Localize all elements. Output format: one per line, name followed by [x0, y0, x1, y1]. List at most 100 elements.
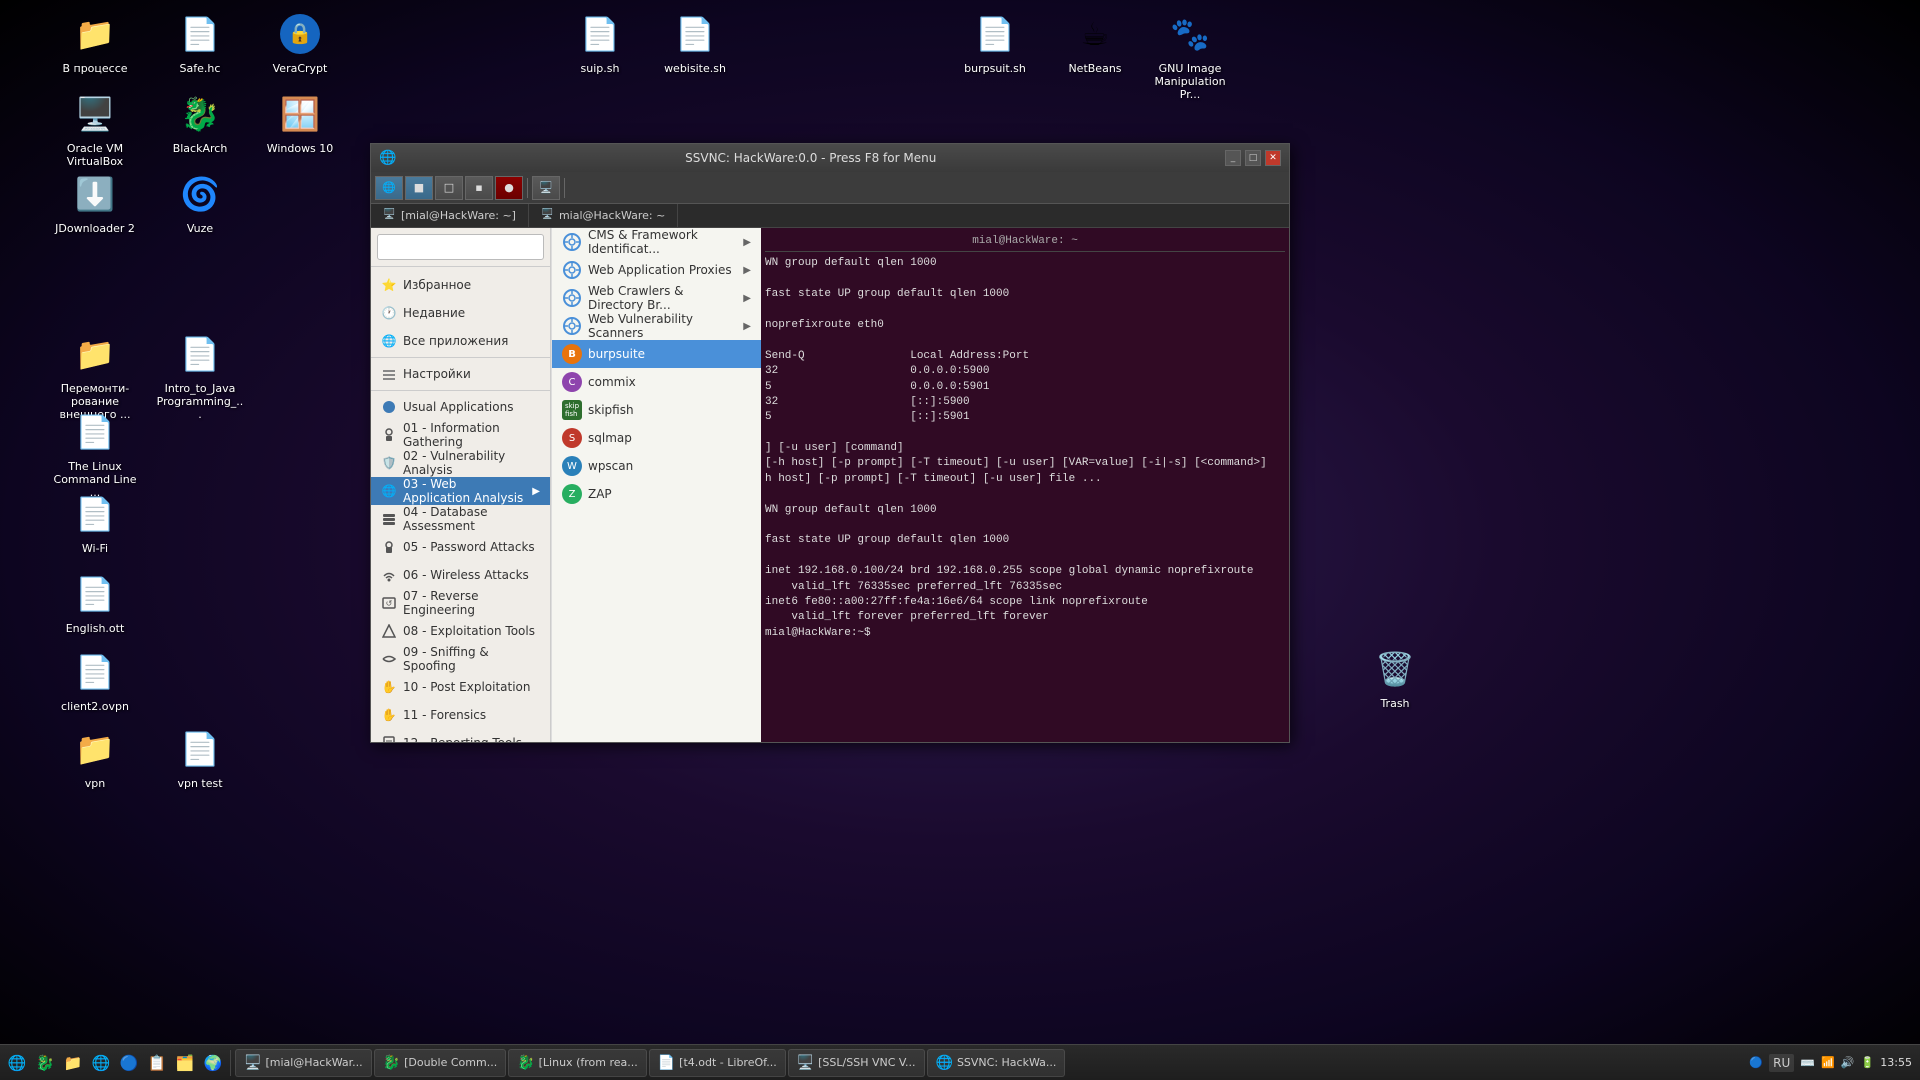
- desktop-icon-linux-cmd[interactable]: 📄 The Linux Command Line ...: [50, 408, 140, 500]
- submenu-sqlmap[interactable]: S sqlmap: [552, 424, 761, 452]
- icon-label: BlackArch: [173, 142, 228, 155]
- menu-item-all-apps[interactable]: 🌐 Все приложения: [371, 327, 550, 355]
- desktop-icon-vpn[interactable]: 📁 vpn: [50, 725, 140, 790]
- desktop-icon-oracle[interactable]: 🖥️ Oracle VM VirtualBox: [50, 90, 140, 168]
- ql-files[interactable]: 🌐: [4, 1050, 30, 1076]
- ql-chrome[interactable]: 🔵: [116, 1050, 142, 1076]
- terminal-line: [765, 487, 1285, 502]
- tray-lang[interactable]: RU: [1769, 1054, 1794, 1072]
- taskbar-item-double-cmd[interactable]: 🐉 [Double Comm...: [374, 1049, 507, 1077]
- desktop-icon-intro-java[interactable]: 📄 Intro_to_Java Programming_...: [155, 330, 245, 422]
- toolbar-btn-monitor[interactable]: 🖥️: [532, 176, 560, 200]
- maximize-button[interactable]: □: [1245, 150, 1261, 166]
- desktop-icon-netbeans[interactable]: ☕ NetBeans: [1050, 10, 1140, 75]
- menu-item-usual-apps[interactable]: Usual Applications: [371, 393, 550, 421]
- menu-item-favorites[interactable]: ⭐ Избранное: [371, 271, 550, 299]
- menu-item-12[interactable]: 12 - Reporting Tools: [371, 729, 550, 742]
- menu-item-06[interactable]: 06 - Wireless Attacks: [371, 561, 550, 589]
- tray-bluetooth[interactable]: 🔵: [1749, 1056, 1763, 1069]
- tray-sound[interactable]: 🔊: [1841, 1056, 1855, 1069]
- desktop-icon-trash[interactable]: 🗑️ Trash: [1350, 645, 1440, 710]
- desktop-icon-jdownloader[interactable]: ⬇️ JDownloader 2: [50, 170, 140, 235]
- terminal-line: [765, 303, 1285, 318]
- taskbar-item-terminal[interactable]: 🖥️ [mial@HackWar...: [235, 1049, 372, 1077]
- desktop-icon-wifi[interactable]: 📄 Wi-Fi: [50, 490, 140, 555]
- desktop-icon-windows10[interactable]: 🪟 Windows 10: [255, 90, 345, 155]
- menu-item-01[interactable]: 01 - Information Gathering: [371, 421, 550, 449]
- desktop-icon-suip[interactable]: 📄 suip.sh: [555, 10, 645, 75]
- icon-label: webisite.sh: [664, 62, 726, 75]
- desktop-icon-safe[interactable]: 📄 Safe.hc: [155, 10, 245, 75]
- desktop-icon-gnu[interactable]: 🐾 GNU Image Manipulation Pr...: [1145, 10, 1235, 102]
- menu-item-09[interactable]: 09 - Sniffing & Spoofing: [371, 645, 550, 673]
- 12-label: 12 - Reporting Tools: [403, 736, 522, 742]
- terminal[interactable]: mial@HackWare: ~ WN group default qlen 1…: [761, 228, 1289, 742]
- desktop-icon-veracrypt[interactable]: 🔒 VeraCrypt: [255, 10, 345, 75]
- system-clock[interactable]: 13:55: [1880, 1056, 1912, 1069]
- post-exploit-icon: ✋: [381, 679, 397, 695]
- ql-apps[interactable]: 📋: [144, 1050, 170, 1076]
- netbeans-icon: ☕: [1071, 10, 1119, 58]
- ql-browser[interactable]: 🌐: [88, 1050, 114, 1076]
- taskbar-item-libreoffice[interactable]: 📄 [t4.odt - LibreOf...: [649, 1049, 786, 1077]
- menu-item-03[interactable]: 🌐 03 - Web Application Analysis ▶: [371, 477, 550, 505]
- desktop-icon-burpsuit[interactable]: 📄 burpsuit.sh: [950, 10, 1040, 75]
- tab-terminal-2[interactable]: 🖥️ mial@HackWare: ~: [529, 204, 678, 228]
- toolbar-btn-globe[interactable]: 🌐: [375, 176, 403, 200]
- tray-battery[interactable]: 🔋: [1861, 1056, 1875, 1069]
- menu-item-11[interactable]: ✋ 11 - Forensics: [371, 701, 550, 729]
- toolbar-btn-circle[interactable]: ●: [495, 176, 523, 200]
- menu-item-settings[interactable]: Настройки: [371, 360, 550, 388]
- minimize-button[interactable]: _: [1225, 150, 1241, 166]
- ql-grid[interactable]: 🗂️: [172, 1050, 198, 1076]
- toolbar-btn-square1[interactable]: ■: [405, 176, 433, 200]
- menu-item-04[interactable]: 04 - Database Assessment: [371, 505, 550, 533]
- arrow-cms: ▶: [743, 237, 751, 248]
- submenu-proxies[interactable]: Web Application Proxies ▶: [552, 256, 761, 284]
- submenu-crawlers[interactable]: Web Crawlers & Directory Br... ▶: [552, 284, 761, 312]
- toolbar-btn-dot[interactable]: ▪: [465, 176, 493, 200]
- menu-item-07[interactable]: ↺ 07 - Reverse Engineering: [371, 589, 550, 617]
- submenu-burpsuite[interactable]: B burpsuite: [552, 340, 761, 368]
- search-input[interactable]: [377, 234, 544, 260]
- submenu-commix[interactable]: C commix: [552, 368, 761, 396]
- menu-item-02[interactable]: 🛡️ 02 - Vulnerability Analysis: [371, 449, 550, 477]
- menu-item-recent[interactable]: 🕐 Недавние: [371, 299, 550, 327]
- crawlers-label: Web Crawlers & Directory Br...: [588, 284, 737, 312]
- submenu-cms[interactable]: CMS & Framework Identificat... ▶: [552, 228, 761, 256]
- vuln-icon: 🛡️: [381, 455, 397, 471]
- menu-item-08[interactable]: 08 - Exploitation Tools: [371, 617, 550, 645]
- ql-globe[interactable]: 🌍: [200, 1050, 226, 1076]
- menu-section-top: ⭐ Избранное 🕐 Недавние 🌐 Все приложения: [371, 267, 550, 742]
- ql-dragon[interactable]: 🐉: [32, 1050, 58, 1076]
- commix-label: commix: [588, 375, 636, 389]
- tray-network[interactable]: 📶: [1821, 1056, 1835, 1069]
- desktop-icon-webisite[interactable]: 📄 webisite.sh: [650, 10, 740, 75]
- desktop-icon-english[interactable]: 📄 English.ott: [50, 570, 140, 635]
- desktop-icon-blackarch[interactable]: 🐉 BlackArch: [155, 90, 245, 155]
- desktop-icon-vpntest[interactable]: 📄 vpn test: [155, 725, 245, 790]
- submenu-vuln-scanners[interactable]: Web Vulnerability Scanners ▶: [552, 312, 761, 340]
- clock-time: 13:55: [1880, 1056, 1912, 1069]
- 06-label: 06 - Wireless Attacks: [403, 568, 529, 582]
- submenu-wpscan[interactable]: W wpscan: [552, 452, 761, 480]
- taskbar-item-ssvnc[interactable]: 🌐 SSVNC: HackWa...: [927, 1049, 1066, 1077]
- menu-item-10[interactable]: ✋ 10 - Post Exploitation: [371, 673, 550, 701]
- script-icon: 📄: [576, 10, 624, 58]
- toolbar-btn-square2[interactable]: □: [435, 176, 463, 200]
- terminal-line: 32 [::]:5900: [765, 395, 1285, 410]
- tab-terminal-1[interactable]: 🖥️ [mial@HackWare: ~]: [371, 204, 529, 228]
- submenu-zap[interactable]: Z ZAP: [552, 480, 761, 508]
- desktop-icon-client2[interactable]: 📄 client2.ovpn: [50, 648, 140, 713]
- desktop-icon-в-процессе[interactable]: 📁 В процессе: [50, 10, 140, 75]
- desktop-icon-vuze[interactable]: 🌀 Vuze: [155, 170, 245, 235]
- submenu-skipfish[interactable]: skipfish skipfish: [552, 396, 761, 424]
- close-button[interactable]: ✕: [1265, 150, 1281, 166]
- burpsuite-icon: B: [562, 344, 582, 364]
- menu-item-05[interactable]: 05 - Password Attacks: [371, 533, 550, 561]
- taskbar-item-linux[interactable]: 🐉 [Linux (from rea...: [508, 1049, 647, 1077]
- zap-icon: Z: [562, 484, 582, 504]
- ql-folder[interactable]: 📁: [60, 1050, 86, 1076]
- folder-icon: 📁: [71, 330, 119, 378]
- taskbar-item-sslssh[interactable]: 🖥️ [SSL/SSH VNC V...: [788, 1049, 925, 1077]
